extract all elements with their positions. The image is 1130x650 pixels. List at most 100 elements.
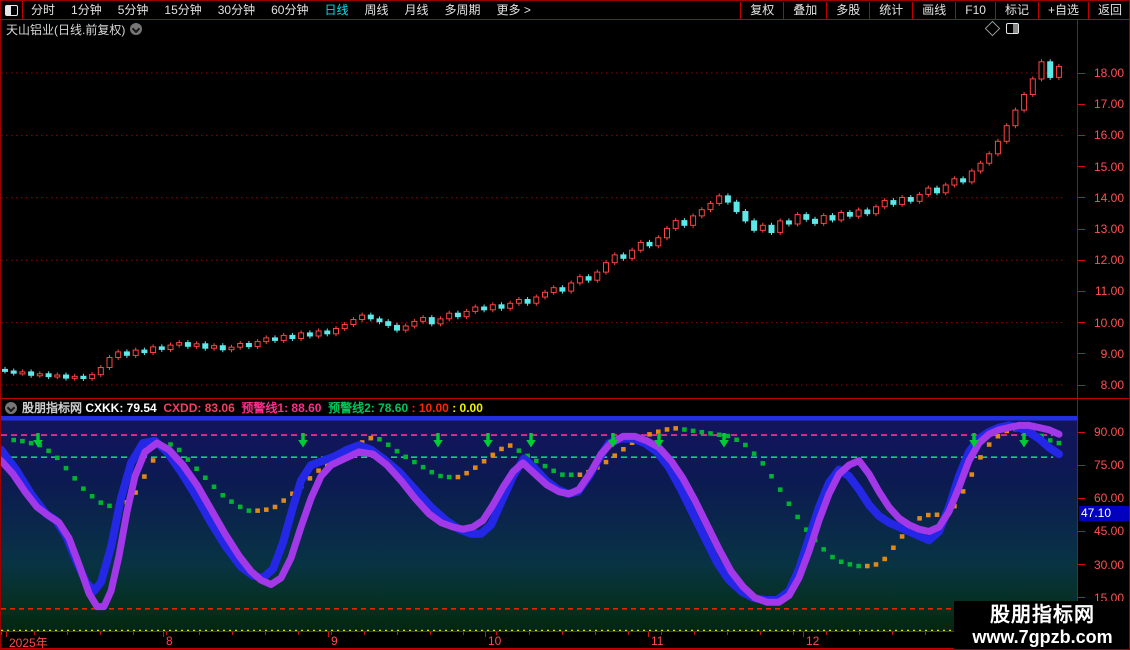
axis-tick [1078, 197, 1085, 198]
x-minor-tick [232, 632, 233, 635]
axis-tick [1078, 322, 1085, 323]
menu-item-period-4[interactable]: 30分钟 [210, 2, 263, 19]
axis-tick [1078, 229, 1085, 230]
menu-item-period-0[interactable]: 分时 [23, 2, 63, 19]
top-menu-bar: 分时1分钟5分钟15分钟30分钟60分钟日线周线月线多周期更多 > 复权叠加多股… [1, 1, 1130, 20]
x-minor-tick [826, 632, 827, 635]
x-minor-tick [925, 632, 926, 635]
watermark-site-name: 股朋指标网 [990, 604, 1095, 627]
watermark: 股朋指标网 www.7gpzb.com [954, 601, 1130, 650]
x-minor-tick [67, 632, 68, 635]
menu-item-period-1[interactable]: 1分钟 [63, 2, 110, 19]
indicator-axis-label: 90.00 [1094, 425, 1124, 439]
menu-item-tool-8[interactable]: 返回 [1088, 2, 1130, 19]
price-axis-label: 10.00 [1094, 316, 1124, 330]
axis-tick [1078, 353, 1085, 354]
price-axis-label: 12.00 [1094, 253, 1124, 267]
layout-toggle-button[interactable] [1, 1, 23, 19]
x-minor-tick [265, 632, 266, 635]
indicator-header-value-0: 股朋指标网 [22, 399, 82, 416]
menu-item-tool-3[interactable]: 统计 [869, 2, 912, 19]
diamond-icon[interactable] [985, 21, 1001, 37]
indicator-header-value-2: CXDD: 83.06 [157, 401, 235, 415]
indicator-axis-label: 45.00 [1094, 524, 1124, 538]
menu-item-tool-2[interactable]: 多股 [826, 2, 869, 19]
menu-item-period-8[interactable]: 月线 [397, 2, 437, 19]
axis-tick [1078, 531, 1085, 532]
price-axis-label: 16.00 [1094, 128, 1124, 142]
indicator-header: 股朋指标网 CXKK: 79.54 CXDD: 83.06 预警线1: 88.6… [1, 399, 1077, 416]
month-label: 8 [166, 634, 173, 648]
x-minor-tick [298, 632, 299, 635]
price-axis-label: 13.00 [1094, 222, 1124, 236]
menu-item-tool-6[interactable]: 标记 [995, 2, 1038, 19]
maximize-panel-icon[interactable] [1006, 23, 1019, 34]
x-minor-tick [595, 632, 596, 635]
month-label: 12 [806, 634, 819, 648]
menu-item-period-5[interactable]: 60分钟 [263, 2, 316, 19]
x-minor-tick [892, 632, 893, 635]
menu-item-tool-0[interactable]: 复权 [740, 2, 783, 19]
axis-tick [1078, 73, 1085, 74]
period-menu: 分时1分钟5分钟15分钟30分钟60分钟日线周线月线多周期更多 > [23, 2, 539, 19]
x-minor-tick [694, 632, 695, 635]
menu-item-tool-1[interactable]: 叠加 [783, 2, 826, 19]
collapse-indicator-icon[interactable] [5, 402, 17, 414]
x-major-tick [163, 632, 164, 637]
menu-item-period-3[interactable]: 15分钟 [156, 2, 209, 19]
axis-tick [1078, 498, 1085, 499]
indicator-header-value-1: CXKK: 79.54 [82, 401, 157, 415]
price-axis-column: 47.10 18.0017.0016.0015.0014.0013.0012.0… [1077, 1, 1130, 650]
chevron-down-icon[interactable] [130, 23, 142, 35]
x-minor-tick [463, 632, 464, 635]
menu-item-tool-7[interactable]: +自选 [1038, 2, 1088, 19]
tools-menu: 复权叠加多股统计画线F10标记+自选返回 [740, 1, 1130, 19]
month-label: 9 [331, 634, 338, 648]
x-minor-tick [397, 632, 398, 635]
x-minor-tick [562, 632, 563, 635]
menu-item-tool-5[interactable]: F10 [955, 2, 995, 19]
month-label: 10 [488, 634, 501, 648]
chart-corner-icons [987, 23, 1019, 34]
menu-item-period-7[interactable]: 周线 [356, 2, 396, 19]
menu-item-period-2[interactable]: 5分钟 [110, 2, 157, 19]
top-band [1, 416, 1077, 421]
x-minor-tick [133, 632, 134, 635]
price-axis-label: 8.00 [1101, 378, 1124, 392]
ribbon-CXKK [1, 425, 1059, 600]
indicator-axis-label: 75.00 [1094, 458, 1124, 472]
menu-item-tool-4[interactable]: 画线 [912, 2, 955, 19]
menu-item-period-10[interactable]: 更多 > [489, 2, 539, 19]
axis-tick [1078, 135, 1085, 136]
x-major-tick [6, 632, 7, 637]
x-minor-tick [1, 632, 2, 635]
indicator-panel[interactable] [1, 416, 1077, 632]
axis-tick [1078, 385, 1085, 386]
indicator-header-value-3: 预警线1: 88.60 [235, 399, 322, 416]
x-minor-tick [793, 632, 794, 635]
price-axis-label: 11.00 [1095, 284, 1124, 298]
x-minor-tick [430, 632, 431, 635]
main-chart-svg [1, 19, 1077, 398]
x-minor-tick [628, 632, 629, 635]
menu-item-period-6[interactable]: 日线 [316, 2, 356, 19]
axis-tick [1078, 166, 1085, 167]
indicator-header-value-5: : 10.00 [408, 401, 449, 415]
grid-lines [1, 73, 1063, 385]
x-minor-tick [727, 632, 728, 635]
indicator-header-value-6: : 0.00 [449, 401, 483, 415]
ribbon-CXDD [1, 425, 1059, 606]
split-panel-icon [5, 5, 18, 16]
axis-tick [1078, 432, 1085, 433]
x-major-tick [803, 632, 804, 637]
chart-title-row: 天山铝业(日线.前复权) [6, 22, 142, 36]
panel-divider [1, 398, 1130, 399]
watermark-url: www.7gpzb.com [972, 627, 1112, 648]
x-axis-row: 2025年89101112 [1, 632, 1077, 649]
axis-tick [1078, 597, 1085, 598]
axis-tick [1078, 465, 1085, 466]
main-chart-panel[interactable]: 天山铝业(日线.前复权) [1, 19, 1077, 398]
indicator-axis-label: 30.00 [1094, 558, 1124, 572]
menu-item-period-9[interactable]: 多周期 [437, 2, 489, 19]
candlestick-chart[interactable] [1, 19, 1077, 398]
